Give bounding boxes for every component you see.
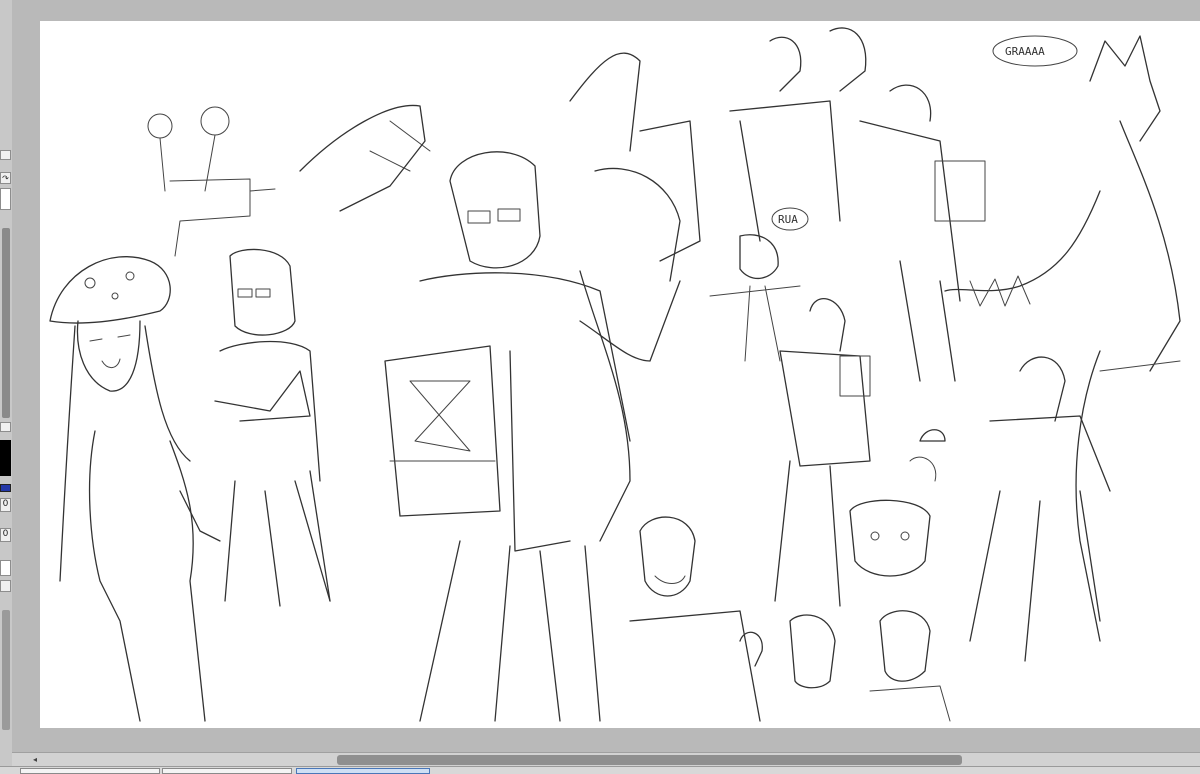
- speech-rua: RUA: [778, 213, 798, 226]
- small-cat-character-sketch: RUA: [709, 207, 809, 362]
- rotate-arrow-icon[interactable]: ↷: [0, 172, 11, 184]
- speech-graaaa: GRAAAA: [1005, 45, 1045, 58]
- horizontal-scrollbar[interactable]: ◂: [12, 752, 1200, 767]
- dragon-sketch: GRAAAA: [944, 35, 1181, 642]
- hand-sketch: [299, 104, 431, 212]
- panel-button[interactable]: [0, 150, 11, 160]
- panel-field[interactable]: [0, 188, 11, 210]
- panel-scrollbar[interactable]: [2, 228, 10, 418]
- foreground-color-swatch[interactable]: [0, 440, 11, 476]
- panel-button[interactable]: [0, 422, 11, 432]
- glasses-man-backpack-sketch: [384, 151, 681, 722]
- faces-sketch-bottom: [629, 429, 951, 722]
- mushroom-hat-girl-sketch: [49, 256, 221, 722]
- drawing-canvas[interactable]: RUA GRAAAA: [40, 21, 1200, 728]
- flowers-sketch: [147, 106, 276, 257]
- color-indicator[interactable]: [0, 484, 11, 492]
- top-bar: [12, 0, 1200, 20]
- sword-figure-sketch: [969, 356, 1181, 662]
- hooded-figure-sketch: [569, 52, 701, 542]
- panel-button[interactable]: [0, 580, 11, 592]
- document-tab-active[interactable]: [296, 768, 430, 774]
- group-sketch-top-right: [729, 27, 986, 382]
- panel-scrollbar-2[interactable]: [2, 610, 10, 730]
- sketch-drawing: RUA GRAAAA: [49, 27, 1181, 722]
- panel-field[interactable]: [0, 560, 11, 576]
- value-field-1[interactable]: 0: [0, 498, 11, 512]
- value-field-2[interactable]: 0: [0, 528, 11, 542]
- standing-person-sketch: [774, 298, 871, 607]
- document-tab[interactable]: [162, 768, 292, 774]
- glasses-person-sketch: [214, 248, 331, 607]
- horizontal-scrollbar-thumb[interactable]: [337, 755, 962, 765]
- triangle-left-icon[interactable]: ◂: [30, 755, 40, 765]
- document-tab[interactable]: [20, 768, 160, 774]
